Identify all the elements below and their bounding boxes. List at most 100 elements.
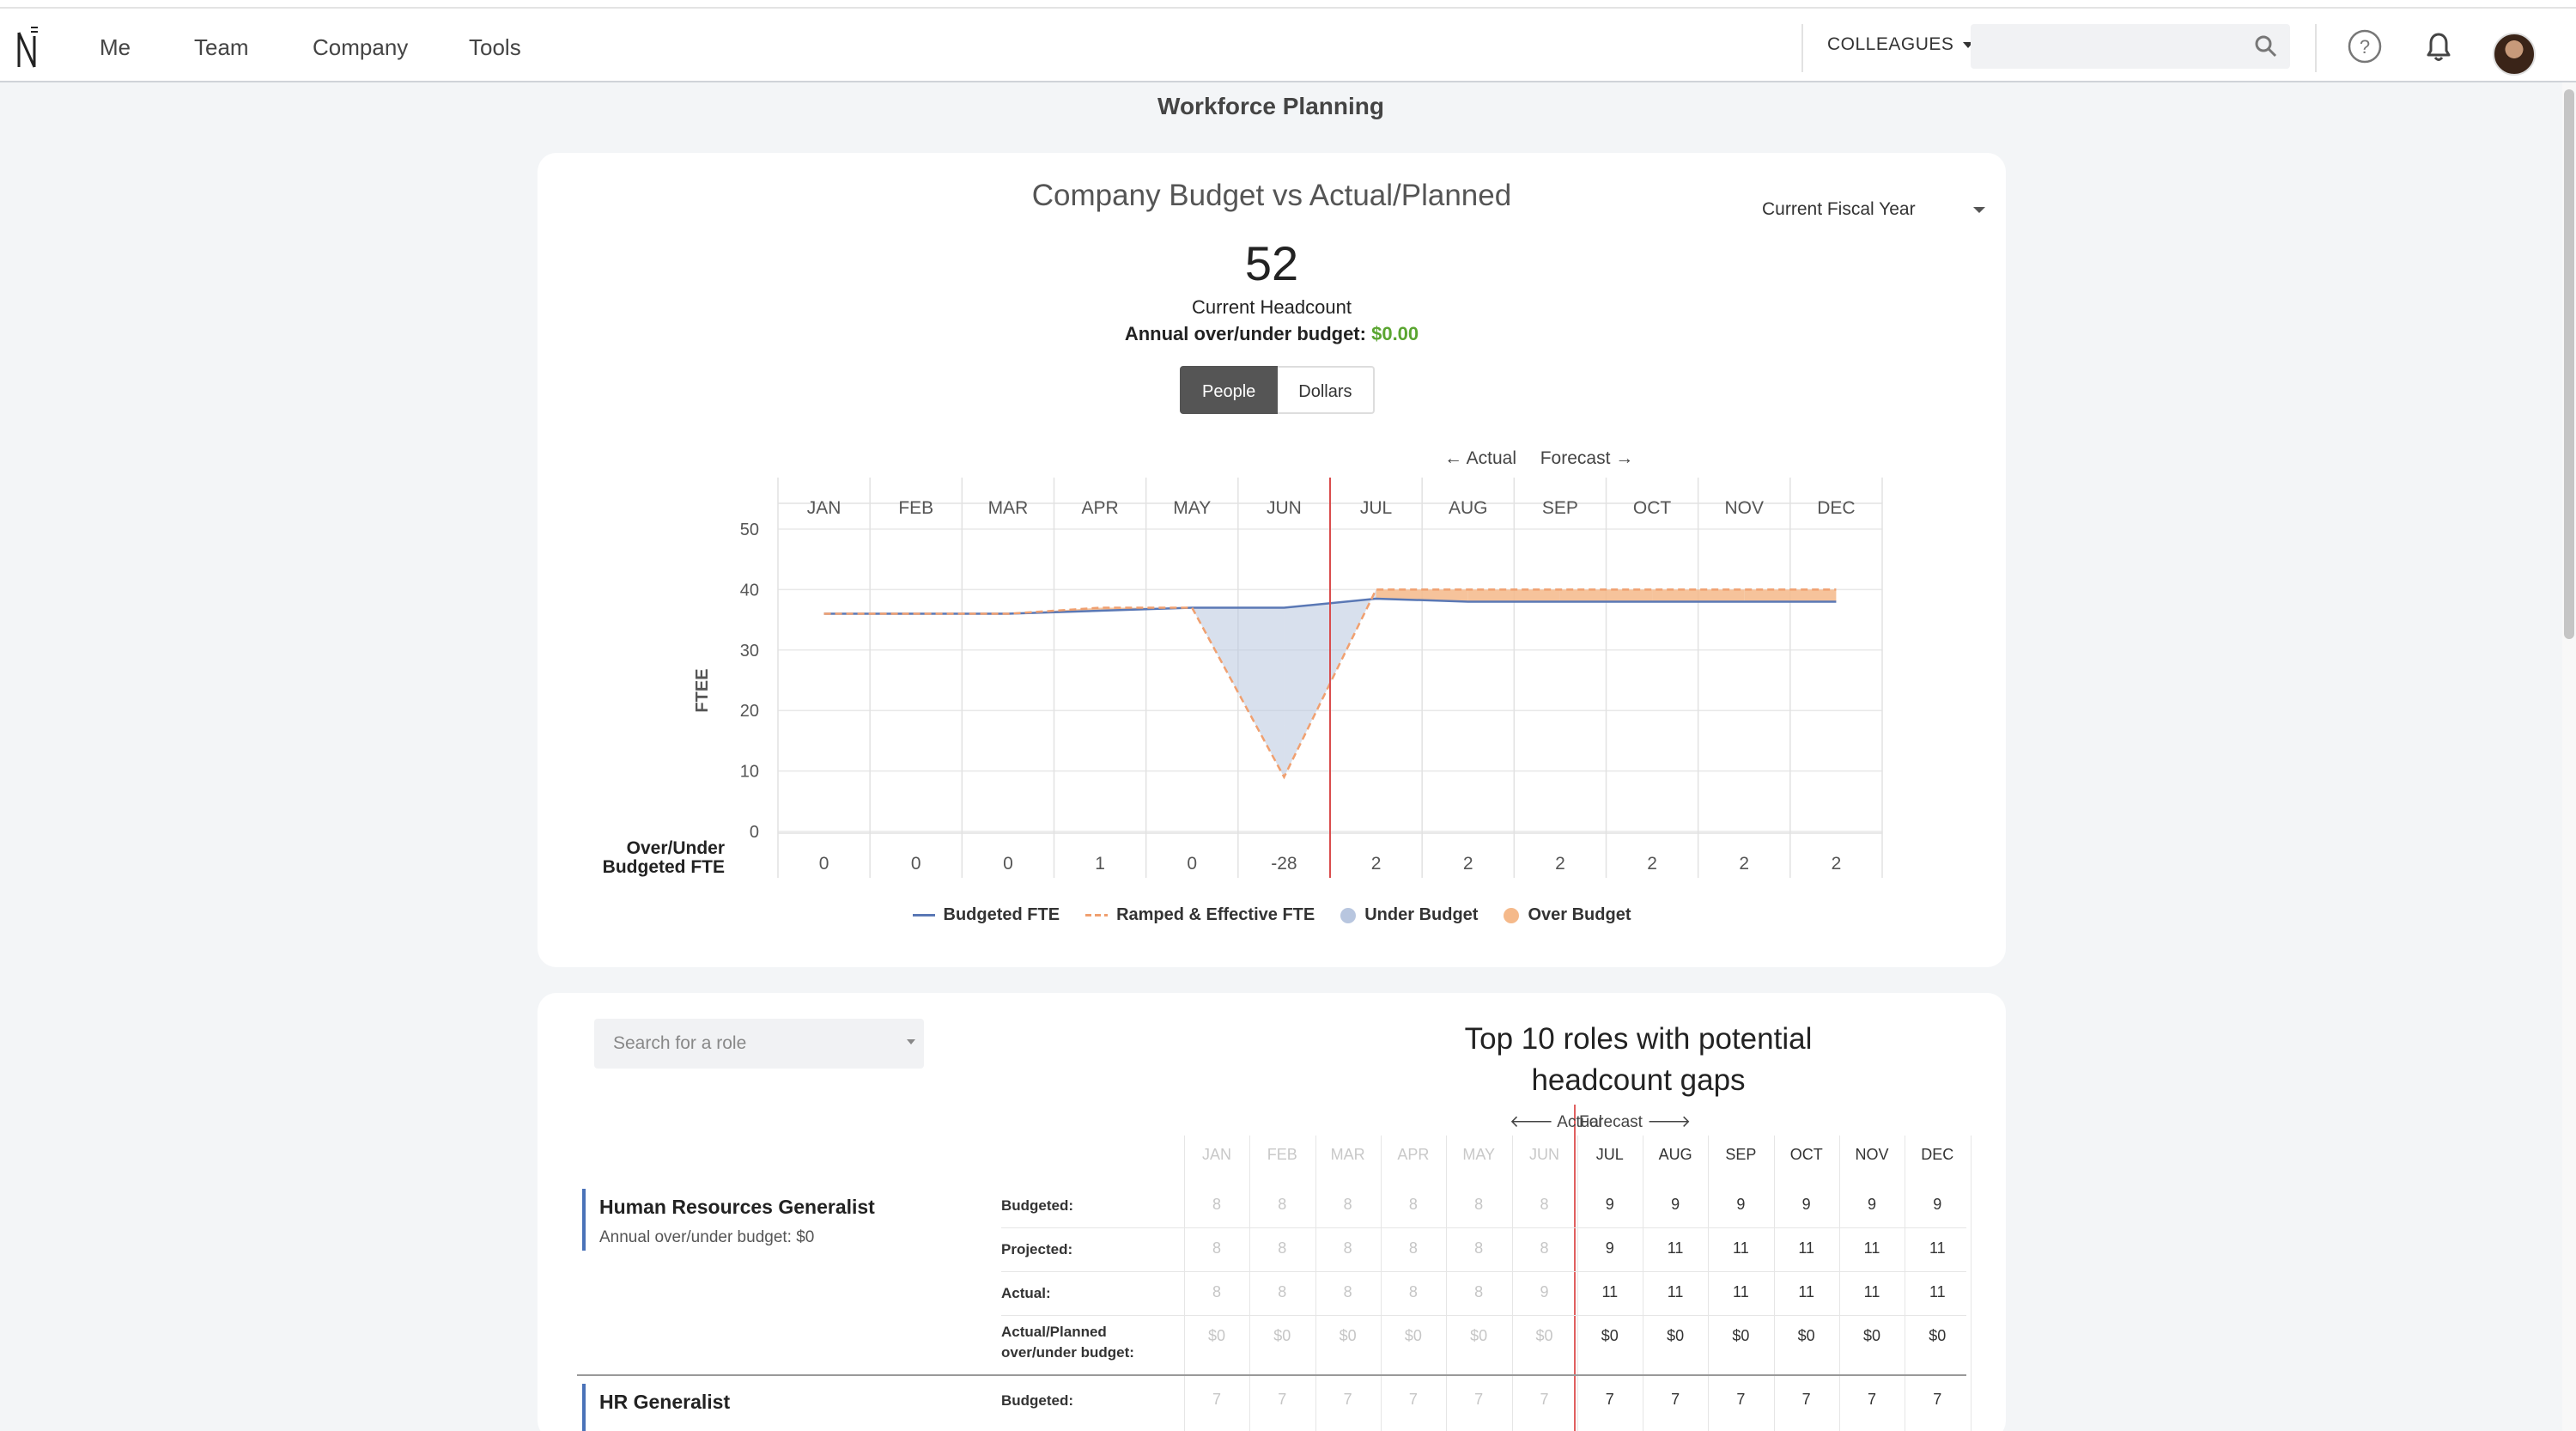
legend-label: Over Budget — [1528, 905, 1631, 924]
colleagues-label: COLLEAGUES — [1827, 34, 1954, 54]
y-tick-label: 40 — [740, 581, 759, 600]
table-cell: 11 — [1733, 1239, 1749, 1257]
table-cell: 8 — [1408, 1196, 1418, 1213]
help-icon[interactable]: ? — [2346, 27, 2384, 65]
table-cell: 9 — [1736, 1196, 1746, 1213]
fte-chart: 01020304050JAN FEB MAR APR MAY JUN JUL AUG SEP OC… — [603, 448, 1883, 878]
role-accent-bar — [582, 1189, 586, 1251]
table-cell: 7 — [1736, 1391, 1746, 1408]
row-divider — [1001, 1315, 1966, 1316]
month-label: FEB — [898, 498, 933, 518]
month-header: JUN — [1529, 1146, 1559, 1163]
month-header: SEP — [1725, 1146, 1757, 1163]
role-search-select[interactable]: Search for a role — [594, 1019, 924, 1069]
table-cell: $0 — [1667, 1327, 1685, 1344]
colleagues-dropdown[interactable]: COLLEAGUES — [1827, 34, 1973, 55]
over-under-value: 2 — [1371, 854, 1382, 874]
legend-line-icon — [912, 914, 935, 916]
row-label: Actual/Planned over/under budget: — [1001, 1324, 1134, 1361]
over-under-value: 2 — [1739, 854, 1749, 874]
global-search-input[interactable] — [1971, 24, 2290, 69]
y-tick-label: 30 — [740, 642, 759, 661]
table-cell: 9 — [1540, 1283, 1549, 1300]
month-label: AUG — [1449, 498, 1488, 518]
table-cell: 8 — [1278, 1196, 1287, 1213]
table-cell: $0 — [1470, 1327, 1488, 1344]
over-under-value: 0 — [1187, 854, 1197, 874]
month-header: JAN — [1201, 1146, 1231, 1163]
table-cell: 7 — [1605, 1391, 1614, 1408]
role-name: HR Generalist — [599, 1391, 731, 1413]
forecast-text: Forecast — [1579, 1113, 1643, 1131]
nav-company[interactable]: Company — [313, 34, 408, 61]
page-title: Workforce Planning — [1157, 93, 1384, 119]
table-cell: $0 — [1273, 1327, 1291, 1344]
table-cell: $0 — [1732, 1327, 1750, 1344]
legend-label: Ramped & Effective FTE — [1116, 905, 1315, 924]
month-label: SEP — [1542, 498, 1578, 518]
forecast-label: Forecast → — [1540, 448, 1634, 468]
table-cell: 11 — [1863, 1283, 1880, 1300]
month-header: MAY — [1462, 1146, 1496, 1163]
table-cell: 8 — [1474, 1239, 1484, 1257]
month-label: MAR — [988, 498, 1029, 518]
table-cell: 11 — [1929, 1239, 1946, 1257]
table-cell: 9 — [1933, 1196, 1942, 1213]
over-under-value: 0 — [819, 854, 829, 874]
legend-label: Under Budget — [1364, 905, 1479, 924]
scrollbar-thumb[interactable] — [2564, 89, 2574, 639]
arrow-right-icon: 🡒 — [1647, 1113, 1692, 1131]
over-under-value: -28 — [1271, 854, 1297, 874]
nav-tools[interactable]: Tools — [469, 34, 521, 61]
table-cell: 11 — [1601, 1283, 1619, 1300]
logo-icon[interactable] — [15, 24, 39, 69]
role-budget: Annual over/under budget: $0 — [599, 1228, 815, 1246]
legend-dot-icon — [1340, 907, 1357, 923]
forecast-label: Forecast 🡒 — [1579, 1111, 1691, 1132]
chart-legend: Budgeted FTE Ramped & Effective FTE Unde… — [538, 905, 2006, 925]
user-avatar[interactable] — [2493, 33, 2536, 76]
table-cell: 11 — [1733, 1283, 1749, 1300]
table-cell: 11 — [1798, 1283, 1815, 1300]
table-cell: 8 — [1474, 1283, 1484, 1300]
month-label: DEC — [1817, 498, 1855, 518]
table-cell: 9 — [1671, 1196, 1680, 1213]
nav-team[interactable]: Team — [194, 34, 249, 61]
table-cell: 8 — [1212, 1196, 1221, 1213]
row-divider — [1001, 1271, 1966, 1272]
headcount-gaps-card: Search for a role Top 10 roles with pote… — [538, 993, 2006, 1431]
over-under-label: Budgeted FTE — [603, 857, 725, 877]
month-header: AUG — [1658, 1146, 1692, 1163]
legend-dot-icon — [1504, 907, 1520, 923]
y-tick-label: 10 — [740, 763, 759, 782]
role-separator — [577, 1374, 1966, 1376]
table-cell: 7 — [1801, 1391, 1811, 1408]
table-cell: 8 — [1212, 1283, 1221, 1300]
table-cell: 11 — [1863, 1239, 1880, 1257]
month-label: NOV — [1724, 498, 1764, 518]
budget-chart-card: Company Budget vs Actual/Planned Current… — [538, 153, 2006, 967]
over-budget-area — [1652, 589, 1745, 602]
row-label: Budgeted: — [1001, 1392, 1074, 1409]
table-cell: $0 — [1601, 1327, 1619, 1344]
month-label: JAN — [807, 498, 841, 518]
month-label: OCT — [1633, 498, 1672, 518]
table-cell: 8 — [1408, 1283, 1418, 1300]
table-cell: 9 — [1605, 1196, 1614, 1213]
search-icon[interactable] — [2254, 34, 2278, 58]
bell-icon[interactable] — [2420, 27, 2458, 65]
role-accent-bar — [582, 1384, 586, 1431]
over-budget-area — [1559, 589, 1653, 602]
table-cell: $0 — [1797, 1327, 1815, 1344]
month-header: FEB — [1267, 1146, 1297, 1163]
month-header: DEC — [1921, 1146, 1954, 1163]
table-cell: 7 — [1671, 1391, 1680, 1408]
table-cell: 7 — [1343, 1391, 1352, 1408]
table-cell: 9 — [1867, 1196, 1876, 1213]
table-cell: 8 — [1343, 1239, 1352, 1257]
actual-label: ← Actual — [1444, 448, 1516, 468]
table-cell: $0 — [1535, 1327, 1553, 1344]
nav-me[interactable]: Me — [100, 34, 131, 61]
month-header: OCT — [1789, 1146, 1823, 1163]
top-edge — [0, 0, 2576, 9]
